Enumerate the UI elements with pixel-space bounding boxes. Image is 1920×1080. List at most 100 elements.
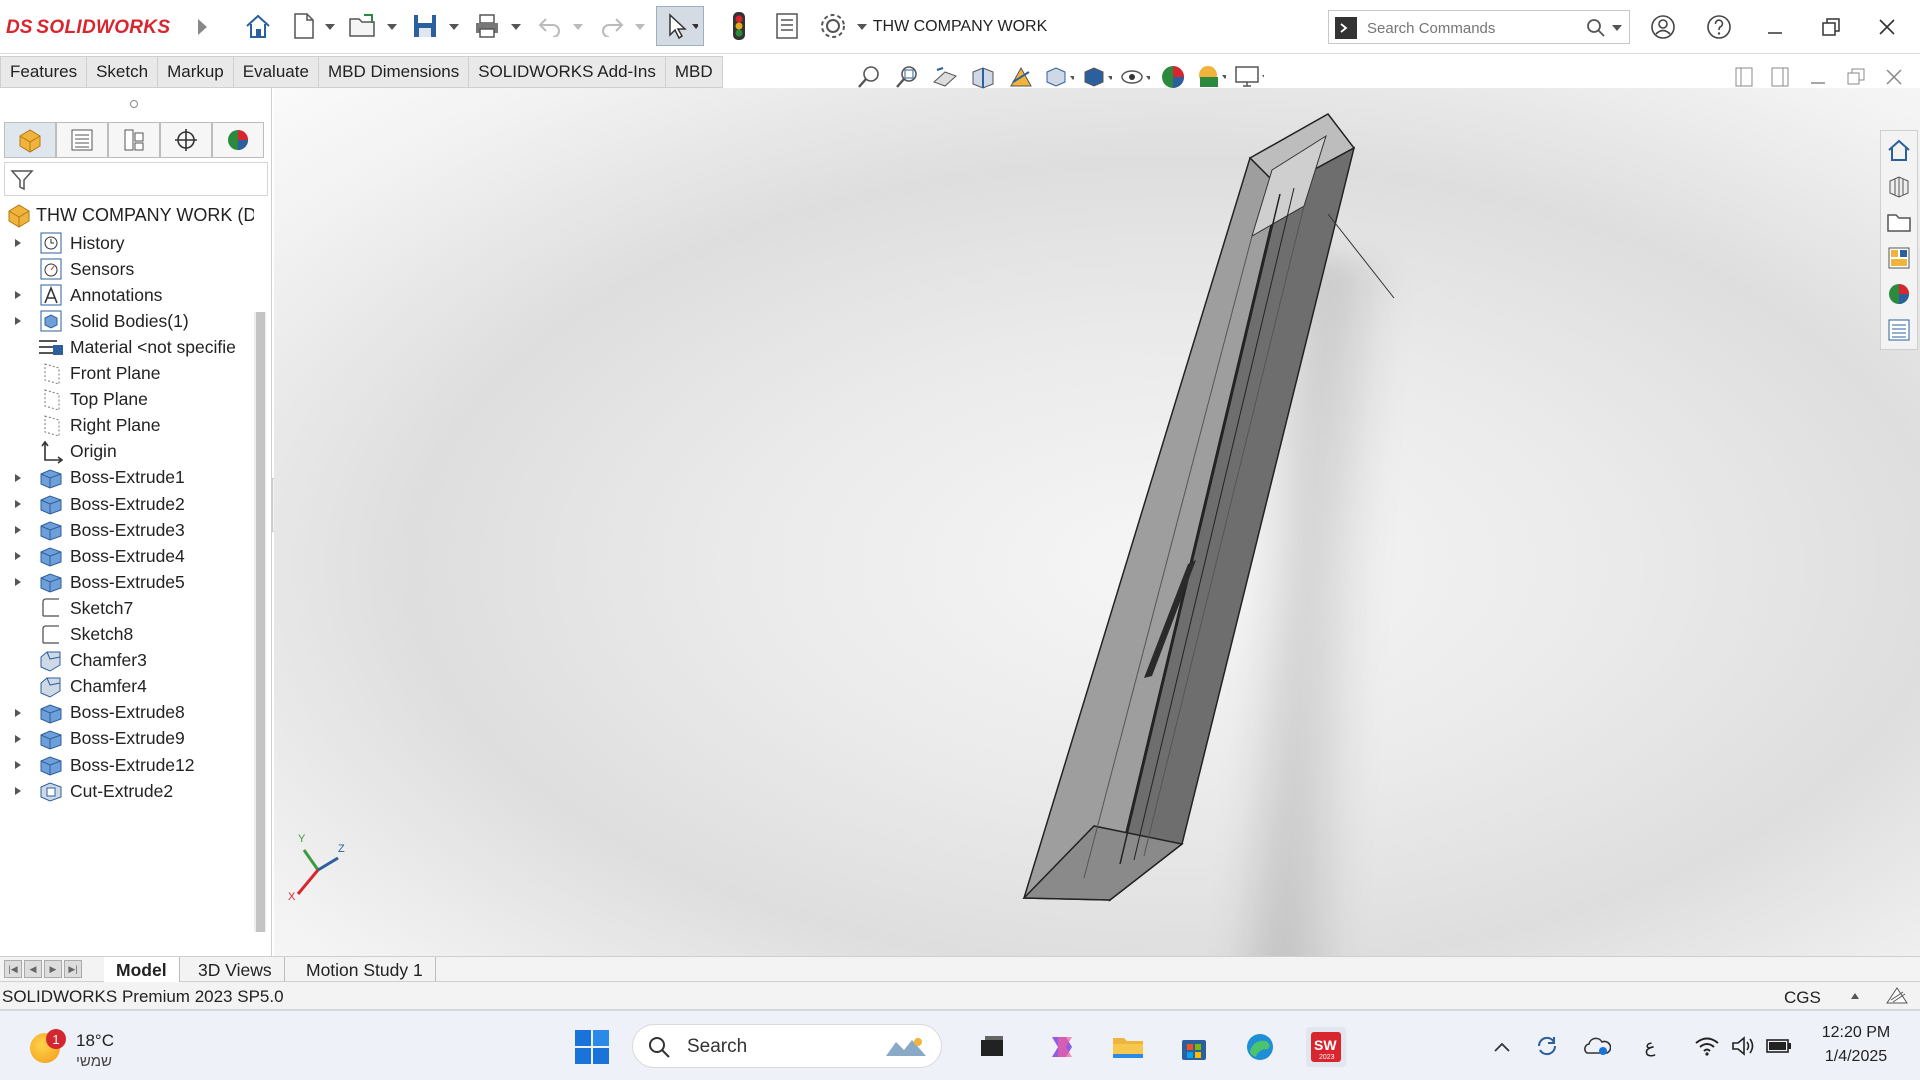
- search-commands-input[interactable]: [1367, 17, 1577, 39]
- user-account-icon[interactable]: [1648, 12, 1678, 42]
- tab-nav-first-icon[interactable]: |◀: [4, 960, 22, 978]
- select-tool-icon[interactable]: [656, 6, 704, 46]
- tab-motion-study[interactable]: Motion Study 1: [294, 957, 436, 983]
- viewport-minimize-icon[interactable]: [1806, 64, 1830, 90]
- solidworks-taskbar-icon[interactable]: SW 2023: [1306, 1027, 1346, 1067]
- new-dropdown-icon[interactable]: [322, 14, 338, 40]
- undo-dropdown-icon[interactable]: [570, 14, 586, 40]
- print-icon[interactable]: [470, 10, 504, 42]
- new-document-icon[interactable]: [288, 10, 320, 42]
- appearances-scenes-icon[interactable]: [1884, 279, 1914, 309]
- graphics-area[interactable]: Y Z X: [274, 88, 1920, 956]
- custom-properties-icon[interactable]: [1884, 315, 1914, 345]
- battery-charging-icon[interactable]: [1764, 1031, 1794, 1061]
- task-view-icon[interactable]: [972, 1027, 1012, 1067]
- solidworks-logo[interactable]: DS SOLIDWORKS: [6, 14, 170, 42]
- bar-part-model[interactable]: [1022, 113, 1395, 902]
- rebuild-status-icon[interactable]: [1882, 984, 1912, 1008]
- search-commands-box[interactable]: [1328, 10, 1630, 44]
- display-style-icon[interactable]: [1082, 62, 1112, 92]
- tab-3d-views[interactable]: 3D Views: [186, 957, 285, 983]
- volume-icon[interactable]: [1728, 1031, 1758, 1061]
- open-folder-icon[interactable]: [346, 10, 380, 42]
- expand-menu-arrow-icon[interactable]: [192, 14, 212, 40]
- taskbar-search-box[interactable]: Search: [632, 1024, 942, 1068]
- orientation-triad[interactable]: Y Z X: [288, 828, 358, 908]
- viewport-restore-icon[interactable]: [1844, 64, 1868, 90]
- system-clock[interactable]: 12:20 PM 1/4/2025: [1816, 1021, 1896, 1069]
- file-explorer-icon[interactable]: [1884, 207, 1914, 237]
- search-dropdown-icon[interactable]: [1611, 23, 1623, 33]
- units-dropdown-icon[interactable]: [1848, 990, 1862, 1002]
- design-library-icon[interactable]: [1884, 171, 1914, 201]
- expand-arrow-icon[interactable]: [0, 776, 36, 806]
- tree-root-part[interactable]: THW COMPANY WORK (D: [6, 202, 254, 228]
- scrollbar-thumb[interactable]: [256, 312, 265, 932]
- feature-manager-tab-icon[interactable]: [4, 122, 56, 158]
- sync-icon[interactable]: [1532, 1031, 1562, 1061]
- hide-show-items-icon[interactable]: [1120, 62, 1150, 92]
- edit-appearance-icon[interactable]: [1158, 62, 1188, 92]
- display-manager-tab-icon[interactable]: [212, 122, 264, 158]
- view-settings-icon[interactable]: [1234, 62, 1264, 92]
- microsoft-store-icon[interactable]: [1174, 1027, 1214, 1067]
- tab-features[interactable]: Features: [0, 56, 88, 88]
- onedrive-icon[interactable]: [1582, 1031, 1612, 1061]
- tab-solidworks-addins[interactable]: SOLIDWORKS Add-Ins: [469, 56, 666, 88]
- close-window-icon[interactable]: [1872, 12, 1902, 42]
- help-icon[interactable]: [1704, 12, 1734, 42]
- file-properties-icon[interactable]: [770, 10, 804, 42]
- keyboard-language-indicator[interactable]: ع: [1636, 1031, 1664, 1061]
- unit-system[interactable]: CGS: [1784, 988, 1821, 1008]
- file-explorer-taskbar-icon[interactable]: [1108, 1027, 1148, 1067]
- solidworks-resources-icon[interactable]: [1884, 135, 1914, 165]
- minimize-window-icon[interactable]: [1760, 12, 1790, 42]
- tab-model[interactable]: Model: [104, 957, 180, 983]
- tree-item-cut-extrude2[interactable]: Cut-Extrude2: [0, 776, 254, 806]
- viewport-tile-right-icon[interactable]: [1768, 64, 1792, 90]
- tab-mbd[interactable]: MBD: [665, 56, 723, 88]
- viewport-close-icon[interactable]: [1882, 64, 1906, 90]
- tab-mbd-dimensions[interactable]: MBD Dimensions: [318, 56, 470, 88]
- rebuild-traffic-light-icon[interactable]: [724, 10, 754, 42]
- panel-collapse-handle-icon[interactable]: [128, 98, 140, 110]
- redo-dropdown-icon[interactable]: [632, 14, 648, 40]
- search-icon[interactable]: [1585, 17, 1607, 39]
- wifi-icon[interactable]: [1692, 1031, 1722, 1061]
- save-icon[interactable]: [408, 10, 442, 42]
- tab-markup[interactable]: Markup: [158, 56, 234, 88]
- tree-vertical-scrollbar[interactable]: [254, 312, 266, 932]
- undo-icon[interactable]: [534, 10, 566, 42]
- previous-view-icon[interactable]: [930, 62, 960, 92]
- dynamic-annotation-icon[interactable]: [1006, 62, 1036, 92]
- tab-nav-last-icon[interactable]: ▶|: [64, 960, 82, 978]
- edge-browser-icon[interactable]: [1240, 1027, 1280, 1067]
- start-button-windows-icon[interactable]: [574, 1029, 610, 1065]
- tab-sketch[interactable]: Sketch: [87, 56, 159, 88]
- view-palette-icon[interactable]: [1884, 243, 1914, 273]
- configuration-manager-tab-icon[interactable]: [108, 122, 160, 158]
- view-orientation-icon[interactable]: [1044, 62, 1074, 92]
- weather-widget[interactable]: 1 18°C שמשי: [30, 1023, 130, 1070]
- save-dropdown-icon[interactable]: [446, 14, 462, 40]
- tab-evaluate[interactable]: Evaluate: [233, 56, 319, 88]
- model-view[interactable]: [274, 88, 1920, 956]
- print-dropdown-icon[interactable]: [508, 14, 524, 40]
- zoom-to-fit-icon[interactable]: [854, 62, 884, 92]
- apply-scene-icon[interactable]: [1196, 62, 1226, 92]
- tab-nav-next-icon[interactable]: ▶: [44, 960, 62, 978]
- show-hidden-icons-chevron-icon[interactable]: [1488, 1033, 1516, 1061]
- viewport-tile-left-icon[interactable]: [1732, 64, 1756, 90]
- redo-icon[interactable]: [596, 10, 628, 42]
- tree-filter[interactable]: [4, 162, 268, 196]
- section-view-icon[interactable]: [968, 62, 998, 92]
- home-icon[interactable]: [242, 10, 274, 42]
- copilot-icon[interactable]: [1042, 1027, 1082, 1067]
- tab-nav-prev-icon[interactable]: ◀: [24, 960, 42, 978]
- restore-window-icon[interactable]: [1816, 12, 1846, 42]
- dimxpert-manager-tab-icon[interactable]: [160, 122, 212, 158]
- open-dropdown-icon[interactable]: [384, 14, 400, 40]
- filter-icon[interactable]: [9, 167, 35, 193]
- zoom-to-area-icon[interactable]: [892, 62, 922, 92]
- property-manager-tab-icon[interactable]: [56, 122, 108, 158]
